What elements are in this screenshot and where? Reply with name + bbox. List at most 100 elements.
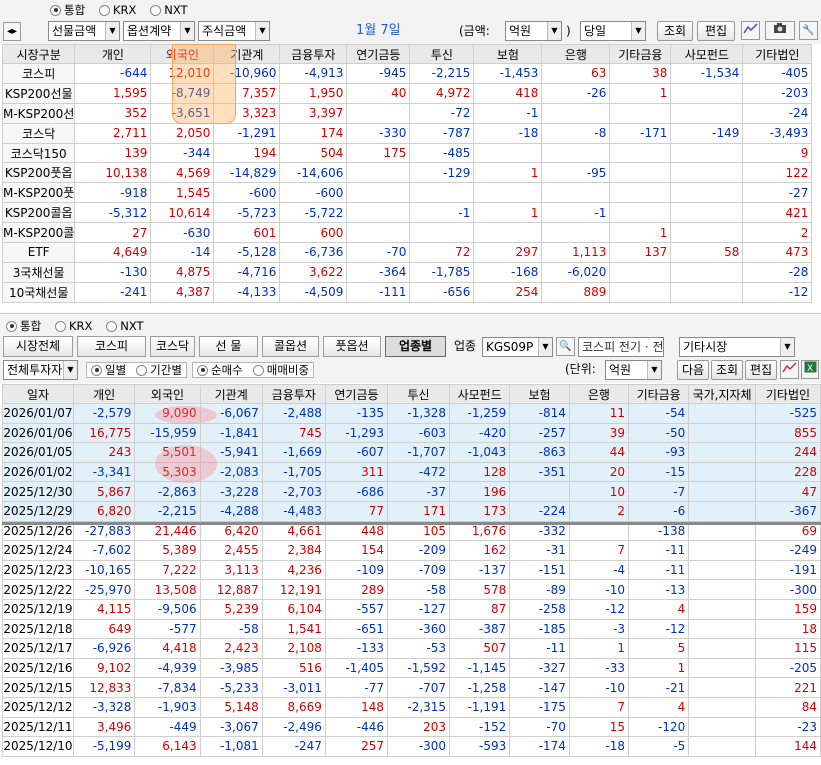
chart-icon[interactable] [741, 21, 760, 40]
daily-row[interactable]: 2025/12/29 6,820 -2,215 -4,288 -4,483 77 171 17… [2, 500, 821, 522]
summary-row[interactable]: M-KSP200선 352 -3,651 3,323 3,397 -72 -1 -24 [1, 102, 813, 124]
chevron-down-icon[interactable]: ▼ [63, 361, 77, 379]
search-icon[interactable]: 🔍 [556, 337, 575, 356]
tab-5[interactable]: 풋옵션 [323, 336, 381, 357]
chevron-down-icon[interactable]: ▼ [105, 22, 119, 40]
radio-dot[interactable] [252, 364, 264, 376]
summary-header-cell[interactable]: 시장구분 [1, 44, 76, 64]
radio-dot[interactable] [136, 364, 148, 376]
amount-unit-select[interactable]: 억원 ▼ [505, 21, 562, 41]
daily-row[interactable]: 2025/12/17 -6,926 4,418 2,423 2,108 -133 -53 50… [2, 638, 821, 659]
daily-header-cell[interactable]: 외국인 [134, 384, 201, 404]
daily-row[interactable]: 2025/12/15 12,833 -7,834 -5,233 -3,011 -77 -70… [2, 677, 821, 698]
summary-header-cell[interactable]: 기타금융 [609, 44, 672, 64]
query-button-2[interactable]: 조회 [711, 360, 743, 380]
edit-button-2[interactable]: 편집 [745, 360, 777, 380]
daily-header-cell[interactable]: 금융투자 [261, 384, 326, 404]
tab-2[interactable]: 코스닥 [150, 336, 195, 357]
summary-row[interactable]: ETF 4,649 -14 -5,128 -6,736 -70 72 297 1,113 137 5… [1, 242, 813, 263]
summary-row[interactable]: M-KSP200콜 27 -630 601 600 1 2 [1, 222, 813, 244]
summary-header-cell[interactable]: 사모펀드 [670, 44, 744, 64]
daily-header-cell[interactable]: 개인 [72, 384, 136, 404]
investor-select[interactable]: 전체투자자 ▼ [3, 360, 78, 380]
radio-daily[interactable]: 일별 [91, 362, 126, 378]
chevron-down-icon[interactable]: ▼ [647, 361, 661, 379]
summary-row[interactable]: 코스닥150 139 -344 194 504 175 -485 9 [1, 142, 813, 164]
summary-row[interactable]: KSP200콜옵 -5,312 10,614 -5,723 -5,722 -1 1 -1 421 [1, 202, 813, 224]
summary-header-cell[interactable]: 외국인 [150, 44, 215, 64]
summary-header-cell[interactable]: 기관계 [213, 44, 281, 64]
sector-code-select[interactable]: KGS09P ▼ [482, 337, 553, 357]
radio-dot[interactable] [55, 320, 66, 332]
summary-header-cell[interactable]: 금융투자 [279, 44, 348, 64]
stock-amount-select[interactable]: 주식금액 ▼ [198, 21, 270, 41]
tab-3[interactable]: 선 물 [199, 336, 258, 357]
radio-dot[interactable] [50, 4, 61, 16]
chevron-down-icon[interactable]: ▼ [780, 338, 794, 356]
tab-4[interactable]: 콜옵션 [262, 336, 319, 357]
chart-icon-2[interactable] [780, 360, 799, 379]
tab-1[interactable]: 코스피 [77, 336, 146, 357]
wrench-icon[interactable]: 🔧 [799, 21, 818, 40]
daily-row[interactable]: 2026/01/06 16,775 -15,959 -1,841 745 -1,293 -6… [2, 422, 821, 444]
chevron-down-icon[interactable]: ▼ [180, 22, 194, 40]
daily-header-cell[interactable]: 기관계 [199, 384, 263, 404]
radio-dot[interactable] [91, 364, 102, 376]
daily-row[interactable]: 2025/12/19 4,115 -9,506 5,239 6,104 -557 -127 8… [2, 598, 821, 620]
summary-header-cell[interactable]: 개인 [74, 44, 152, 64]
daily-row[interactable]: 2025/12/30 5,867 -2,863 -3,228 -2,703 -686 -37… [2, 481, 821, 502]
radio-krx[interactable]: KRX [99, 3, 136, 17]
summary-header-cell[interactable]: 보험 [473, 44, 543, 64]
summary-row[interactable]: KSP200풋옵 10,138 4,569 -14,829 -14,606 -129 1 -9… [1, 162, 813, 184]
radio-integrated-2[interactable]: 통합 [6, 318, 41, 334]
tab-6[interactable]: 업종별 [385, 336, 446, 357]
camera-icon[interactable] [765, 21, 795, 40]
radio-nxt[interactable]: NXT [150, 3, 188, 17]
radio-dot[interactable] [150, 4, 162, 16]
radio-net-buy[interactable]: 순매수 [197, 362, 243, 378]
next-button[interactable]: 다음 [677, 360, 709, 380]
radio-dot[interactable] [6, 320, 17, 332]
daily-row[interactable]: 2025/12/11 3,496 -449 -3,067 -2,496 -446 203 -1… [2, 716, 821, 738]
daily-header-cell[interactable]: 기타금융 [628, 384, 690, 404]
summary-row[interactable]: 코스닥 2,711 2,050 -1,291 174 -330 -787 -18 -8 -171-… [1, 122, 813, 144]
radio-range[interactable]: 기간별 [136, 362, 182, 378]
daily-header-cell[interactable]: 투신 [387, 384, 451, 404]
daily-header-cell[interactable]: 연기금등 [324, 384, 389, 404]
daily-row[interactable]: 2026/01/05 243 5,501 -5,941 -1,669 -607 -1,707… [2, 442, 821, 463]
summary-header-cell[interactable]: 기타법인 [742, 44, 813, 64]
futures-amount-select[interactable]: 선물금액 ▼ [48, 21, 120, 41]
daily-header-cell[interactable]: 기타법인 [754, 384, 821, 404]
daily-row[interactable]: 2025/12/24 -7,602 5,389 2,455 2,384 154 -209 16… [2, 540, 821, 561]
daily-header-cell[interactable]: 국가,지자체 [688, 384, 756, 404]
radio-dot[interactable] [197, 364, 208, 376]
radio-nxt-2[interactable]: NXT [106, 319, 144, 333]
daily-header-cell[interactable]: 은행 [568, 384, 630, 404]
daily-row[interactable]: 2025/12/12 -3,328 -1,903 5,148 8,669 148 -2,31… [2, 696, 821, 718]
unit-select[interactable]: 억원 ▼ [605, 360, 662, 380]
excel-icon[interactable]: X [801, 360, 819, 379]
edit-button[interactable]: 편집 [697, 21, 735, 41]
daily-row[interactable]: 2025/12/23 -10,165 7,222 3,113 4,236 -109 -709… [2, 559, 821, 581]
chevron-down-icon[interactable]: ▼ [538, 338, 552, 356]
other-market-select[interactable]: 기타시장 ▼ [679, 337, 795, 357]
radio-krx-2[interactable]: KRX [55, 319, 92, 333]
daily-header-cell[interactable]: 보험 [509, 384, 570, 404]
radio-integrated[interactable]: 통합 [50, 2, 85, 18]
expand-arrows-icon[interactable]: ◂▸ [3, 22, 21, 41]
options-contract-select[interactable]: 옵션계약 ▼ [123, 21, 195, 41]
period-select[interactable]: 당일 ▼ [580, 21, 646, 41]
query-button[interactable]: 조회 [657, 21, 693, 41]
daily-header-cell[interactable]: 일자 [2, 384, 74, 404]
summary-row[interactable]: KSP200선물 1,595 -8,749 7,357 1,950 40 4,972 418-… [1, 82, 813, 104]
radio-trade-ratio[interactable]: 매매비중 [252, 362, 309, 378]
summary-row[interactable]: M-KSP200풋 -918 1,545 -600 -600 -27 [1, 182, 813, 204]
daily-row[interactable]: 2026/01/07 -2,579 9,090 -6,067 -2,488 -135 -1,… [2, 403, 821, 424]
summary-row[interactable]: 코스피 -644 12,010 -10,960 -4,913 -945 -2,215 -1,4… [1, 63, 813, 84]
tab-0[interactable]: 시장전체 [3, 336, 73, 357]
daily-header-cell[interactable]: 사모펀드 [449, 384, 511, 404]
daily-row[interactable]: 2025/12/16 9,102 -4,939 -3,985 516 -1,405 -1,5… [2, 657, 821, 679]
chevron-down-icon[interactable]: ▼ [547, 22, 561, 40]
radio-dot[interactable] [99, 4, 110, 16]
daily-row[interactable]: 2025/12/18 649 -577 -58 1,541 -651 -360 -387 -18… [2, 618, 821, 640]
